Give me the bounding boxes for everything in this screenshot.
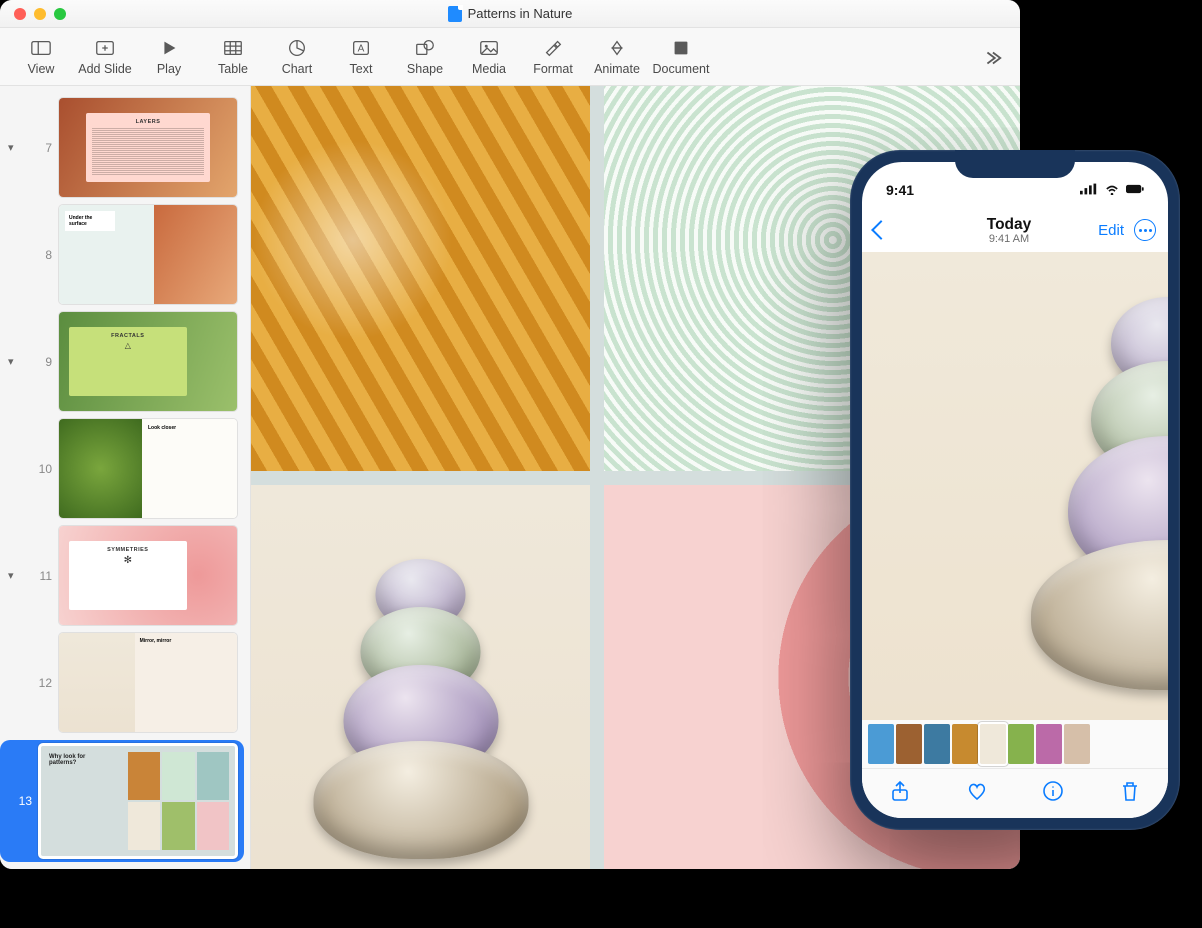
urchin-stack-icon [313, 559, 528, 859]
filmstrip-thumb[interactable] [1064, 724, 1090, 764]
photo-filmstrip[interactable] [862, 720, 1168, 768]
text-button[interactable]: A Text [330, 30, 392, 84]
photo-viewer[interactable] [862, 252, 1168, 720]
play-icon [158, 38, 180, 58]
canvas-image-urchins[interactable] [251, 485, 590, 870]
window-title: Patterns in Nature [0, 6, 1020, 22]
wifi-icon [1103, 182, 1121, 198]
info-button[interactable] [1041, 779, 1065, 808]
slide-thumbnail[interactable]: Why look for patterns? [38, 743, 238, 859]
disclosure-icon[interactable]: ▾ [8, 355, 22, 368]
filmstrip-thumb-selected[interactable] [980, 724, 1006, 764]
filmstrip-thumb[interactable] [896, 724, 922, 764]
slide-thumbnail[interactable]: Under the surface [58, 204, 238, 305]
animate-button[interactable]: Animate [586, 30, 648, 84]
add-slide-button[interactable]: Add Slide [74, 30, 136, 84]
slide-thumbnail[interactable]: LAYERS [58, 97, 238, 198]
document-settings-icon [670, 38, 692, 58]
animate-icon [606, 38, 628, 58]
delete-button[interactable] [1118, 779, 1142, 808]
more-button[interactable] [1134, 219, 1156, 241]
filmstrip-thumb[interactable] [1036, 724, 1062, 764]
plus-slide-icon [94, 38, 116, 58]
slide-row[interactable]: 8 Under the surface [0, 201, 244, 308]
slide-thumbnail[interactable]: SYMMETRIES✻ [58, 525, 238, 626]
notch [955, 150, 1075, 178]
slide-row[interactable]: 12 Mirror, mirror [0, 629, 244, 736]
chart-button[interactable]: Chart [266, 30, 328, 84]
nav-title: Today 9:41 AM [934, 216, 1084, 245]
iphone-screen: 9:41 Today 9:41 AM Edit [862, 162, 1168, 818]
cell-signal-icon [1080, 182, 1098, 198]
disclosure-icon[interactable]: ▾ [8, 141, 22, 154]
slide-row[interactable]: ▾ 7 LAYERS [0, 94, 244, 201]
play-button[interactable]: Play [138, 30, 200, 84]
slide-thumbnail[interactable]: Mirror, mirror [58, 632, 238, 733]
iphone-device: 9:41 Today 9:41 AM Edit [850, 150, 1180, 830]
svg-text:A: A [358, 43, 365, 54]
slide-navigator[interactable]: ▾ 7 LAYERS 8 Under the surface [0, 86, 251, 869]
table-icon [222, 38, 244, 58]
status-time: 9:41 [886, 182, 914, 198]
battery-icon [1126, 182, 1144, 198]
media-icon [478, 38, 500, 58]
format-button[interactable]: Format [522, 30, 584, 84]
canvas-image-honeycomb[interactable] [251, 86, 590, 471]
filmstrip-thumb[interactable] [1008, 724, 1034, 764]
slide-thumbnail[interactable]: Look closer [58, 418, 238, 519]
filmstrip-thumb[interactable] [868, 724, 894, 764]
document-button[interactable]: Document [650, 30, 712, 84]
slide-row[interactable]: ▾ 11 SYMMETRIES✻ [0, 522, 244, 629]
view-icon [30, 38, 52, 58]
format-icon [542, 38, 564, 58]
chevron-left-icon [871, 220, 891, 240]
window-title-text: Patterns in Nature [468, 6, 573, 21]
view-button[interactable]: View [10, 30, 72, 84]
slide-thumbnail[interactable]: FRACTALS△ [58, 311, 238, 412]
document-icon [448, 6, 462, 22]
table-button[interactable]: Table [202, 30, 264, 84]
filmstrip-thumb[interactable] [924, 724, 950, 764]
media-button[interactable]: Media [458, 30, 520, 84]
disclosure-icon[interactable]: ▾ [8, 569, 22, 582]
edit-button[interactable]: Edit [1098, 222, 1124, 239]
photos-toolbar [862, 768, 1168, 818]
toolbar: View Add Slide Play Table Chart [0, 28, 1020, 86]
slide-row[interactable]: 10 Look closer [0, 415, 244, 522]
photo-content [1031, 297, 1169, 690]
shape-button[interactable]: Shape [394, 30, 456, 84]
share-button[interactable] [888, 779, 912, 808]
back-button[interactable] [874, 223, 934, 237]
photos-nav-bar: Today 9:41 AM Edit [862, 208, 1168, 252]
slide-row[interactable]: ▾ 9 FRACTALS△ [0, 308, 244, 415]
favorite-button[interactable] [965, 779, 989, 808]
slide-row-selected[interactable]: 13 Why look for patterns? [0, 740, 244, 862]
text-icon: A [350, 38, 372, 58]
titlebar: Patterns in Nature [0, 0, 1020, 28]
shape-icon [414, 38, 436, 58]
filmstrip-thumb[interactable] [952, 724, 978, 764]
chart-icon [286, 38, 308, 58]
toolbar-more-button[interactable] [972, 38, 1012, 78]
